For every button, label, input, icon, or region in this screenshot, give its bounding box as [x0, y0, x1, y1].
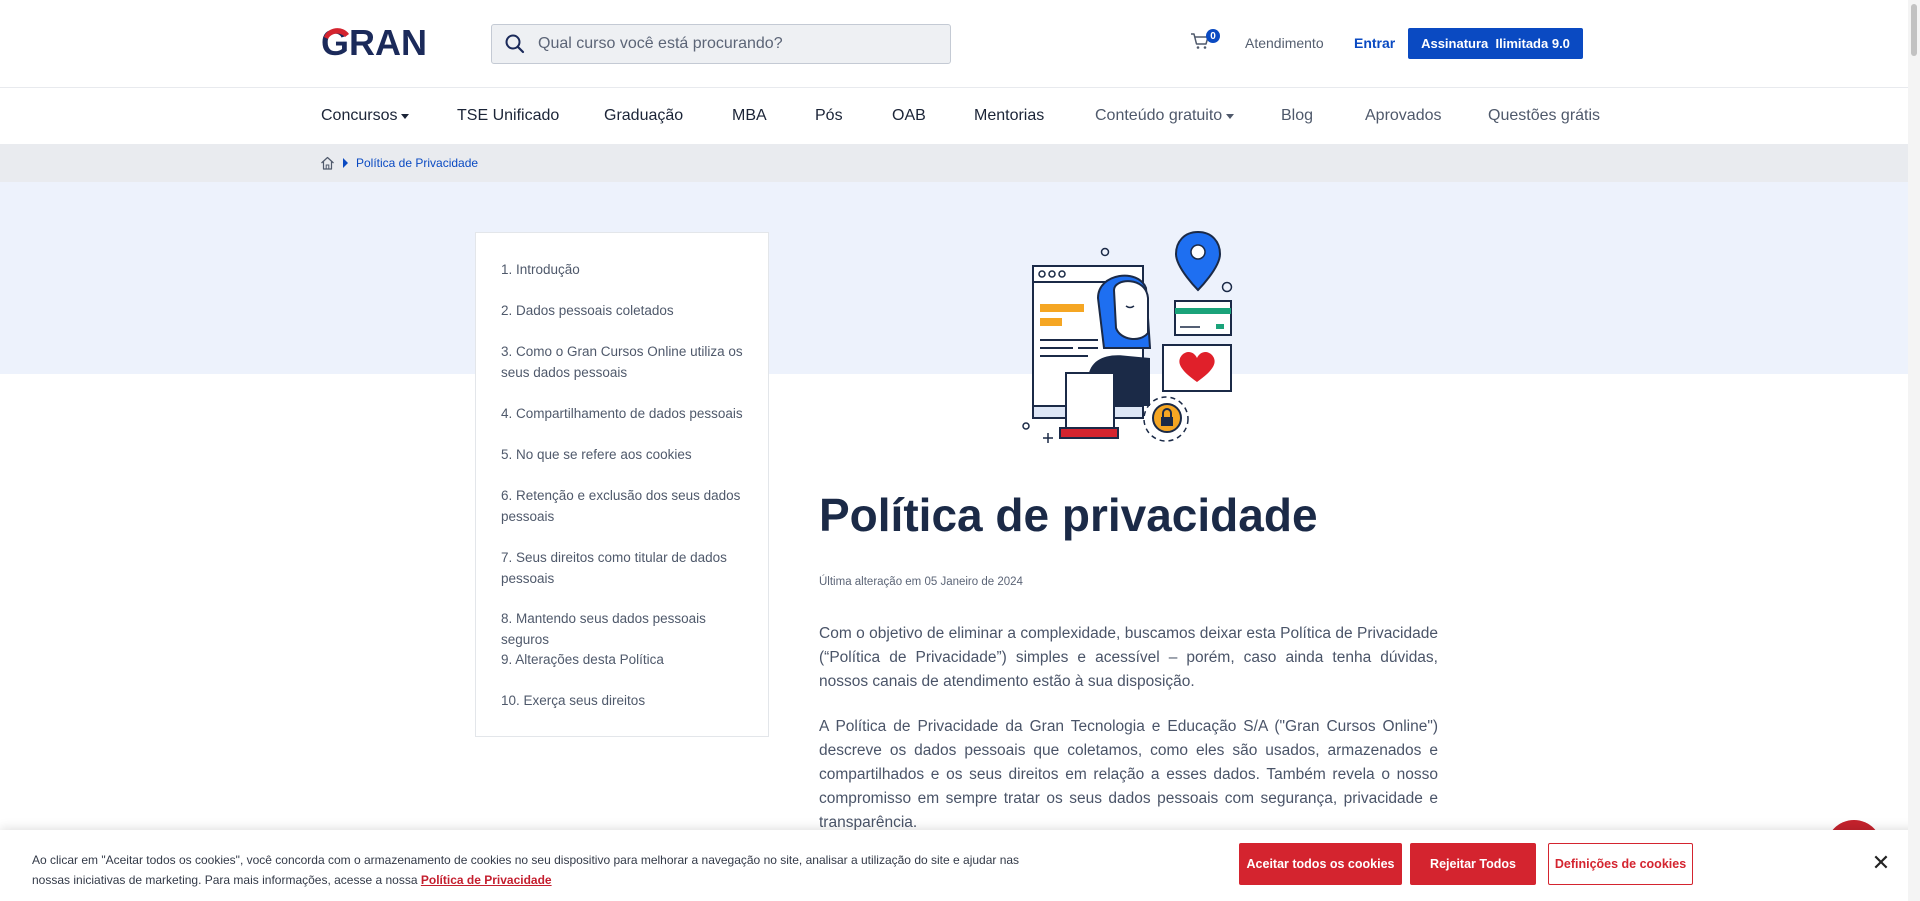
nav-label: Mentorias	[974, 107, 1045, 124]
site-header: GRAN 0 Atendimento Entrar Assinatura Ili…	[0, 0, 1920, 88]
nav-item-graduacao[interactable]: Graduação	[604, 107, 683, 125]
nav-item-questoes-gratis[interactable]: Questões grátis	[1488, 107, 1600, 125]
nav-item-blog[interactable]: Blog	[1281, 107, 1313, 125]
toc-item-compartilhamento[interactable]: 4. Compartilhamento de dados pessoais	[501, 403, 751, 424]
cookie-message: Ao clicar em "Aceitar todos os cookies",…	[32, 850, 1052, 890]
nav-label: OAB	[892, 107, 926, 124]
nav-item-concursos[interactable]: Concursos	[321, 107, 410, 125]
nav-label: Concursos	[321, 107, 398, 124]
toc-item-alteracoes[interactable]: 9. Alterações desta Política	[501, 649, 751, 670]
assinatura-button[interactable]: Assinatura Ilimitada 9.0	[1408, 28, 1583, 59]
search-icon	[504, 33, 526, 55]
search-input[interactable]	[538, 35, 918, 53]
nav-item-pos[interactable]: Pós	[815, 107, 843, 125]
toc-item-dados-seguros[interactable]: 8. Mantendo seus dados pessoais seguros	[501, 608, 751, 650]
toc-item-exerca-direitos[interactable]: 10. Exerça seus direitos	[501, 690, 751, 711]
entrar-link[interactable]: Entrar	[1354, 35, 1395, 51]
accept-all-cookies-button[interactable]: Aceitar todos os cookies	[1239, 843, 1402, 885]
nav-label: MBA	[732, 107, 767, 124]
nav-item-aprovados[interactable]: Aprovados	[1365, 107, 1442, 125]
search-bar[interactable]	[491, 24, 951, 64]
hero-band	[0, 182, 1920, 374]
page-title: Política de privacidade	[819, 489, 1318, 541]
nav-label: TSE Unificado	[457, 107, 560, 124]
toc-item-dados-coletados[interactable]: 2. Dados pessoais coletados	[501, 300, 751, 321]
table-of-contents: 1. Introdução 2. Dados pessoais coletado…	[475, 232, 769, 737]
home-icon[interactable]	[320, 156, 335, 170]
nav-label: Pós	[815, 107, 843, 124]
cart-count-badge: 0	[1206, 29, 1220, 43]
scrollbar-thumb[interactable]	[1911, 4, 1917, 56]
nav-label: Questões grátis	[1488, 107, 1601, 124]
nav-label: Graduação	[604, 107, 684, 124]
nav-label: Aprovados	[1365, 107, 1442, 124]
cookie-banner: Ao clicar em "Aceitar todos os cookies",…	[0, 830, 1920, 901]
breadcrumb-separator-icon	[343, 158, 348, 168]
scrollbar-track[interactable]	[1908, 0, 1920, 901]
description-paragraph: A Política de Privacidade da Gran Tecnol…	[819, 718, 1438, 831]
gran-logo[interactable]: GRAN	[321, 24, 446, 60]
main-nav: Concursos TSE Unificado Graduação MBA Pó…	[0, 88, 1920, 144]
close-icon[interactable]: ✕	[1871, 850, 1891, 875]
cart-button[interactable]: 0	[1190, 29, 1220, 56]
breadcrumb-current: Política de Privacidade	[356, 156, 479, 170]
last-updated: Última alteração em 05 Janeiro de 2024	[819, 576, 1023, 588]
breadcrumb: Política de Privacidade	[0, 144, 1920, 182]
toc-item-como-utiliza[interactable]: 3. Como o Gran Cursos Online utiliza os …	[501, 341, 751, 383]
nav-label: Conteúdo gratuito	[1095, 107, 1223, 124]
nav-item-oab[interactable]: OAB	[892, 107, 926, 125]
reject-all-cookies-button[interactable]: Rejeitar Todos	[1410, 843, 1536, 885]
caret-down-icon	[401, 113, 410, 119]
cookie-privacy-link[interactable]: Política de Privacidade	[421, 873, 552, 887]
nav-item-tse-unificado[interactable]: TSE Unificado	[457, 107, 559, 125]
toc-item-direitos-titular[interactable]: 7. Seus direitos como titular de dados p…	[501, 547, 751, 589]
privacy-illustration	[1018, 228, 1238, 460]
intro-paragraph: Com o objetivo de eliminar a complexidad…	[819, 625, 1438, 690]
caret-down-icon	[1226, 113, 1235, 119]
nav-item-mba[interactable]: MBA	[732, 107, 767, 125]
nav-item-mentorias[interactable]: Mentorias	[974, 107, 1044, 125]
atendimento-link[interactable]: Atendimento	[1245, 35, 1324, 51]
nav-label: Blog	[1281, 107, 1314, 124]
toc-item-cookies[interactable]: 5. No que se refere aos cookies	[501, 444, 751, 465]
cookie-settings-button[interactable]: Definições de cookies	[1548, 843, 1693, 885]
toc-item-introducao[interactable]: 1. Introdução	[501, 259, 751, 280]
toc-item-retencao[interactable]: 6. Retenção e exclusão dos seus dados pe…	[501, 485, 751, 527]
nav-item-conteudo-gratuito[interactable]: Conteúdo gratuito	[1095, 107, 1235, 125]
